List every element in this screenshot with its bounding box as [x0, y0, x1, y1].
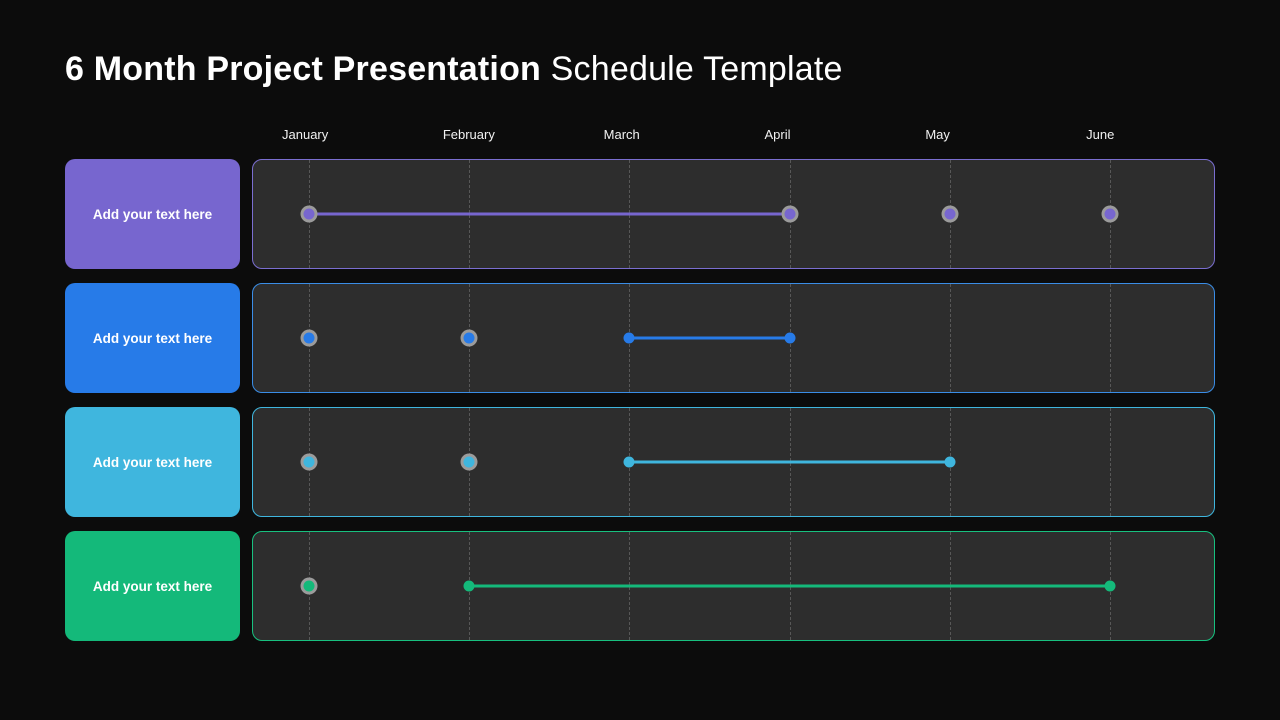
timeline-bar [629, 461, 949, 464]
timeline-bar [309, 213, 790, 216]
milestone-dot [941, 206, 958, 223]
month-label: May [893, 127, 1054, 153]
slide: 6 Month Project Presentation Schedule Te… [0, 0, 1280, 720]
timeline-bar [469, 585, 1110, 588]
endpoint-dot [624, 457, 635, 468]
timeline-bar [629, 337, 789, 340]
timeline-rows: Add your text here Add your text here Add … [65, 159, 1215, 641]
slide-title: 6 Month Project Presentation Schedule Te… [65, 50, 1215, 89]
timeline-row: Add your text here [65, 283, 1215, 393]
row-label: Add your text here [65, 159, 240, 269]
month-label: February [411, 127, 572, 153]
milestone-dot [1101, 206, 1118, 223]
endpoint-dot [464, 581, 475, 592]
grid-line [1110, 408, 1111, 516]
row-track [252, 159, 1215, 269]
milestone-dot [461, 454, 478, 471]
milestone-dot [301, 578, 318, 595]
row-track [252, 283, 1215, 393]
month-label: June [1054, 127, 1215, 153]
month-label: April [732, 127, 893, 153]
milestone-dot [461, 330, 478, 347]
row-track [252, 407, 1215, 517]
timeline-chart: JanuaryFebruaryMarchAprilMayJune Add you… [65, 127, 1215, 641]
grid-line [950, 284, 951, 392]
row-label: Add your text here [65, 407, 240, 517]
timeline-row: Add your text here [65, 159, 1215, 269]
month-label: January [250, 127, 411, 153]
endpoint-dot [784, 333, 795, 344]
grid-line [1110, 284, 1111, 392]
endpoint-dot [944, 457, 955, 468]
milestone-dot [301, 206, 318, 223]
row-label: Add your text here [65, 531, 240, 641]
milestone-dot [301, 330, 318, 347]
milestone-dot [301, 454, 318, 471]
timeline-row: Add your text here [65, 531, 1215, 641]
title-bold: 6 Month Project Presentation [65, 50, 541, 88]
endpoint-dot [1104, 581, 1115, 592]
month-label: March [572, 127, 733, 153]
endpoint-dot [624, 333, 635, 344]
month-header-row: JanuaryFebruaryMarchAprilMayJune [65, 127, 1215, 153]
title-light: Schedule Template [541, 50, 843, 88]
timeline-row: Add your text here [65, 407, 1215, 517]
row-label: Add your text here [65, 283, 240, 393]
row-track [252, 531, 1215, 641]
milestone-dot [781, 206, 798, 223]
month-labels: JanuaryFebruaryMarchAprilMayJune [250, 127, 1215, 153]
